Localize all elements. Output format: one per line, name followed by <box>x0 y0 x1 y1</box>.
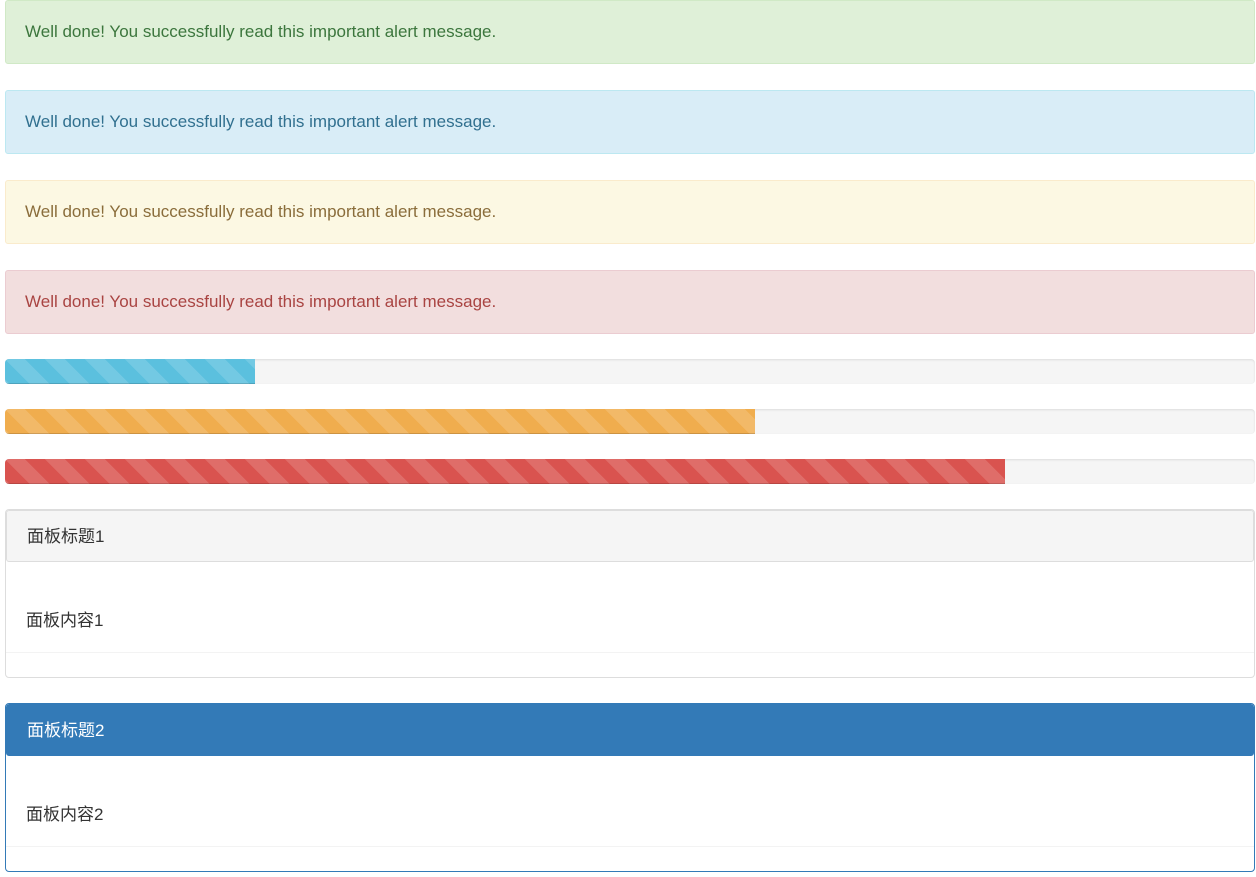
panel-default-body: 面板内容1 <box>6 562 1254 653</box>
panel-default: 面板标题1 面板内容1 <box>5 509 1255 678</box>
panel-default-heading: 面板标题1 <box>6 510 1254 562</box>
progress-warning <box>5 409 1255 434</box>
panel-primary-title: 面板标题2 <box>27 721 105 740</box>
progress-info <box>5 359 1255 384</box>
progress-bar-danger <box>5 459 1005 484</box>
panel-primary-body: 面板内容2 <box>6 756 1254 847</box>
alert-danger: Well done! You successfully read this im… <box>5 270 1255 334</box>
alert-success: Well done! You successfully read this im… <box>5 0 1255 64</box>
alert-success-text: Well done! You successfully read this im… <box>25 22 497 41</box>
alert-info: Well done! You successfully read this im… <box>5 90 1255 154</box>
panel-default-content: 面板内容1 <box>26 611 104 630</box>
panel-primary-footer <box>6 847 1254 871</box>
alert-warning-text: Well done! You successfully read this im… <box>25 202 497 221</box>
alert-danger-text: Well done! You successfully read this im… <box>25 292 497 311</box>
alert-info-text: Well done! You successfully read this im… <box>25 112 497 131</box>
panel-default-footer <box>6 653 1254 677</box>
progress-bar-info <box>5 359 255 384</box>
alert-warning: Well done! You successfully read this im… <box>5 180 1255 244</box>
panel-primary: 面板标题2 面板内容2 <box>5 703 1255 872</box>
progress-bar-warning <box>5 409 755 434</box>
page-container: Well done! You successfully read this im… <box>0 0 1256 872</box>
panel-primary-heading: 面板标题2 <box>6 704 1254 756</box>
panel-primary-content: 面板内容2 <box>26 805 104 824</box>
panel-default-title: 面板标题1 <box>27 527 105 546</box>
progress-danger <box>5 459 1255 484</box>
